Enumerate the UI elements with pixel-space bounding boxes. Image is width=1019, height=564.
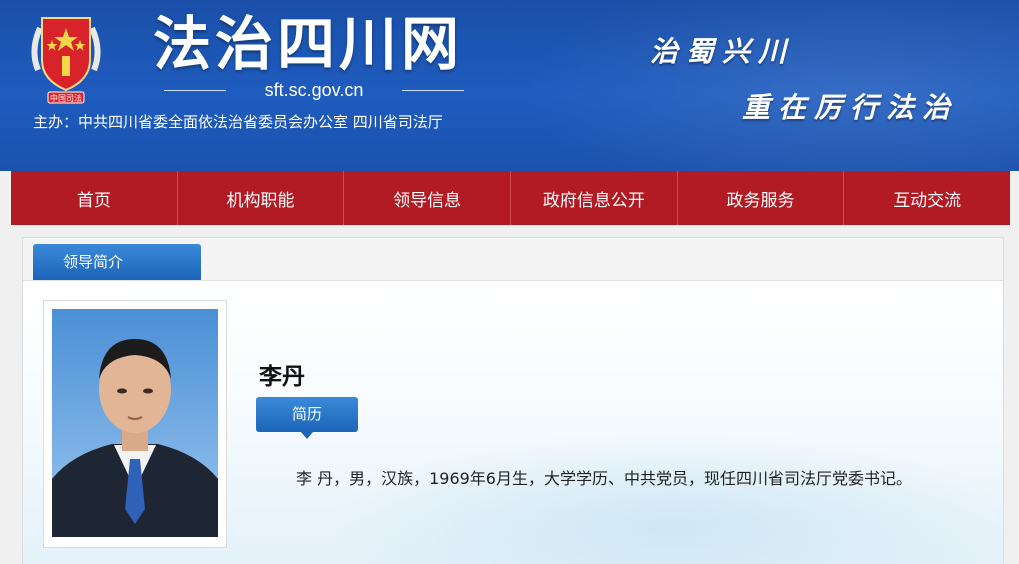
- site-title: 法治四川网: [153, 10, 464, 78]
- nav-item-services[interactable]: 政务服务: [678, 171, 845, 225]
- site-domain: sft.sc.gov.cn: [164, 78, 464, 102]
- nav-item-home[interactable]: 首页: [11, 171, 178, 225]
- tab-bar: 领导简介: [23, 238, 1003, 281]
- main-nav: 首页 机构职能 领导信息 政府信息公开 政务服务 互动交流: [11, 171, 1010, 225]
- nav-item-leaders[interactable]: 领导信息: [344, 171, 512, 225]
- divider: [402, 90, 464, 91]
- emblem-label: 中国司法: [50, 93, 82, 103]
- slogan-line-1: 治蜀兴川: [650, 35, 795, 68]
- leader-name: 李丹: [259, 364, 305, 390]
- slogan-line-2: 重在厉行法治: [742, 91, 959, 124]
- nav-item-interaction[interactable]: 互动交流: [844, 171, 1010, 225]
- leader-panel: 李丹 简历 李 丹，男，汉族，1969年6月生，大学学历、中共党员，现任四川省司…: [23, 281, 1003, 564]
- leader-photo: [52, 309, 218, 537]
- resume-tab[interactable]: 简历: [256, 397, 358, 439]
- tab-leader-profile[interactable]: 领导简介: [33, 244, 201, 280]
- leader-content: 领导简介 李丹 简历 李 丹，男，汉族，1969年6月生，大学学历、中共党员，现…: [22, 237, 1004, 564]
- judicial-emblem-icon: 中国司法: [31, 17, 101, 104]
- leader-bio: 李 丹，男，汉族，1969年6月生，大学学历、中共党员，现任四川省司法厅党委书记…: [296, 469, 912, 488]
- sponsor-text: 主办：中共四川省委全面依法治省委员会办公室 四川省司法厅: [33, 113, 443, 131]
- nav-item-functions[interactable]: 机构职能: [178, 171, 345, 225]
- leader-photo-frame: [43, 300, 227, 548]
- nav-item-gov-info[interactable]: 政府信息公开: [511, 171, 678, 225]
- site-header: 中国司法 法治四川网 sft.sc.gov.cn 主办：中共四川省委全面依法治省…: [0, 0, 1019, 171]
